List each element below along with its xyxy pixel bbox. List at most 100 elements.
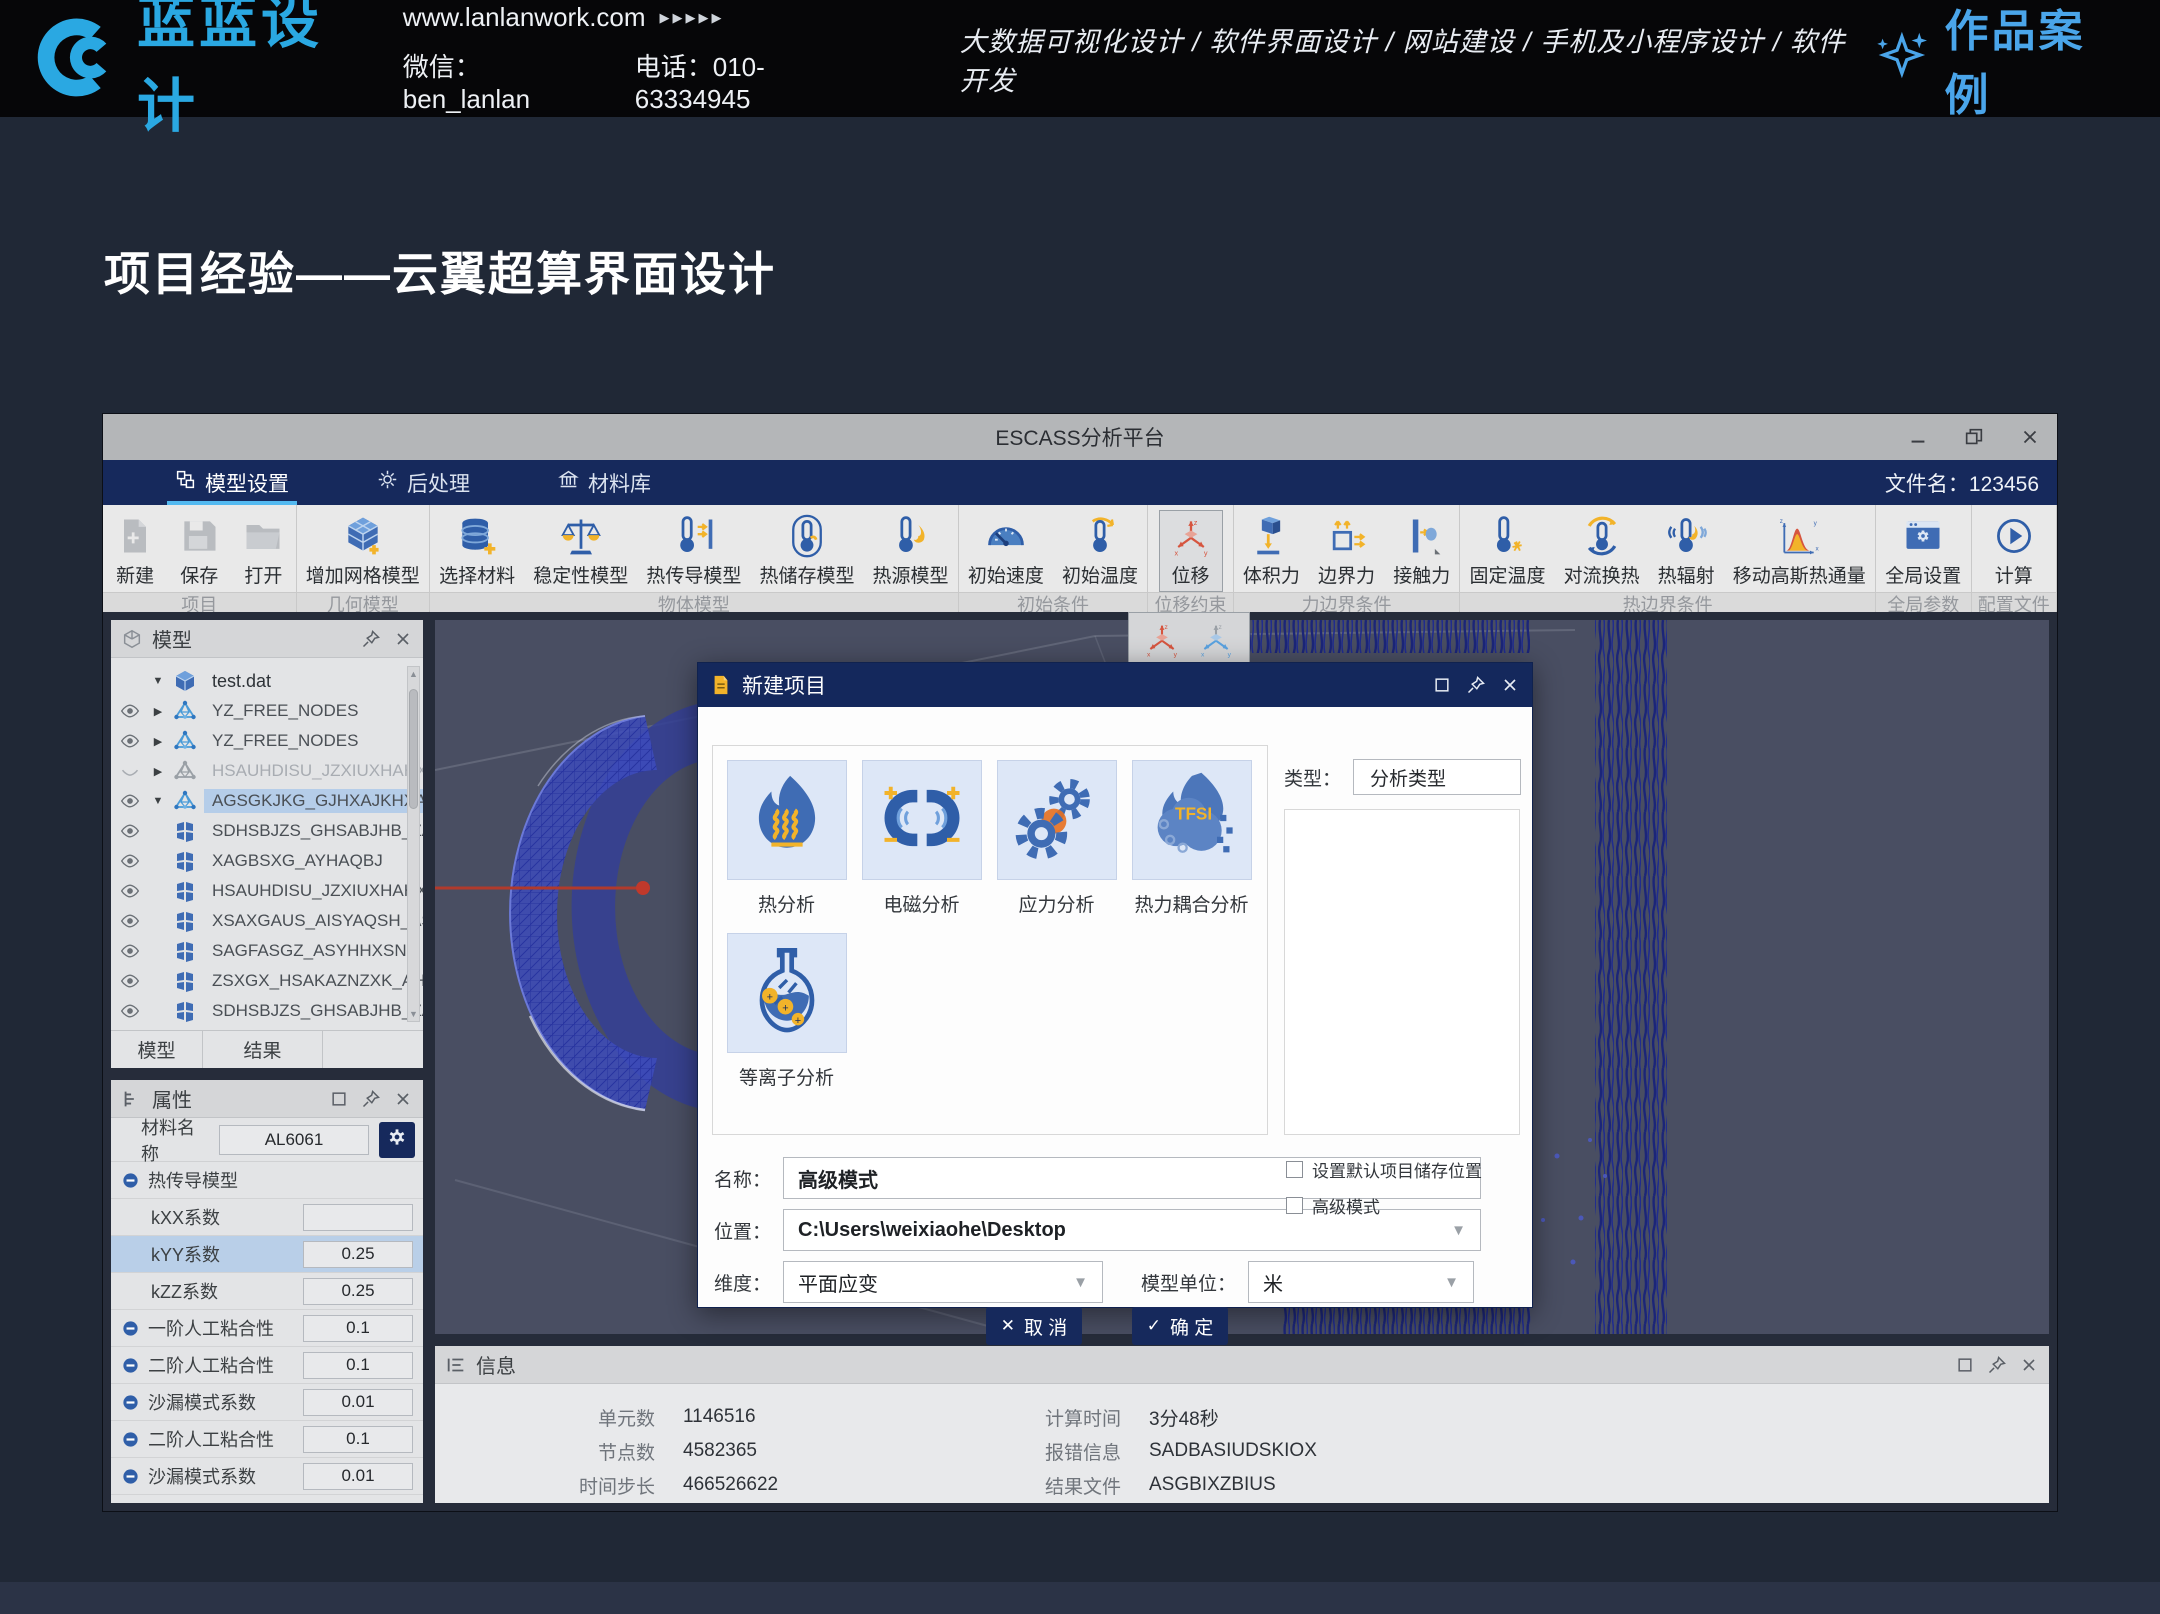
analysis-card-等离子分析[interactable]: +++等离子分析 [719,933,854,1090]
card-tfsi-icon[interactable]: TFSI [1132,760,1252,880]
caret-down-icon[interactable]: ▼ [150,795,166,807]
property-row-kZZ系数[interactable]: kZZ系数0.25 [111,1273,423,1310]
tree-item[interactable]: XSAXGAUS_AISYAQSH_ASHX [119,906,403,936]
toolbar-button-选择材料[interactable]: 选择材料 [430,510,524,592]
popout-icon[interactable] [329,1089,349,1109]
toolbar-button-接触力[interactable]: 接触力 [1384,510,1459,592]
tree-item[interactable]: SDHSBJZS_GHSABJHB_ZAHU [119,816,403,846]
popout-icon[interactable] [1432,675,1452,695]
pin-icon[interactable] [361,629,381,649]
tree-item[interactable]: ▶YZ_FREE_NODES [119,726,403,756]
caret-down-icon[interactable]: ▼ [150,675,166,687]
property-row-二阶人工粘合性[interactable]: 二阶人工粘合性0.1 [111,1421,423,1458]
eye-closed-icon[interactable] [119,761,143,781]
close-icon[interactable] [393,1089,413,1109]
tree-item[interactable]: HSAUHDISU_JZXIUXHAHX [119,876,403,906]
tree-item[interactable]: ZSXGX_HSAKAZNZXK_AHASX [119,966,403,996]
toolbar-button-保存[interactable]: 保存 [167,510,231,592]
unit-select[interactable]: 米 ▼ [1248,1261,1474,1303]
scroll-up-icon[interactable]: ▲ [408,669,419,679]
toolbar-button-位移[interactable]: zxy位移 [1159,510,1223,592]
scroll-down-icon[interactable]: ▼ [408,1009,419,1019]
axis-blue-icon[interactable]: zxy [1196,619,1236,659]
property-input[interactable]: 0.25 [303,1278,413,1305]
window-titlebar[interactable]: ESCASS分析平台 [103,414,2057,460]
caret-right-icon[interactable]: ▶ [150,735,166,748]
caret-right-icon[interactable]: ▶ [150,705,166,718]
restore-icon[interactable] [1961,424,1987,450]
property-input[interactable]: 0.01 [303,1389,413,1416]
property-row-一阶人工粘合性[interactable]: 一阶人工粘合性0.1 [111,1310,423,1347]
type-input[interactable]: 分析类型 [1353,759,1521,795]
eye-icon[interactable] [119,821,143,841]
card-flask-icon[interactable]: +++ [727,933,847,1053]
tree-item[interactable]: ▶HSAUHDISU_JZXIUXHAHX [119,756,403,786]
popout-icon[interactable] [1955,1355,1975,1375]
tab-材料库[interactable]: 材料库 [542,460,667,505]
analysis-card-热力耦合分析[interactable]: TFSI热力耦合分析 [1124,760,1259,917]
cancel-button[interactable]: ✕ 取 消 [986,1307,1082,1345]
panel-tab-结果[interactable]: 结果 [203,1031,323,1068]
tree-item[interactable]: ▶YZ_FREE_NODES [119,696,403,726]
property-input[interactable]: 0.1 [303,1315,413,1342]
card-magnet-icon[interactable] [862,760,982,880]
advanced-mode-checkbox[interactable]: 高级模式 [1286,1193,1380,1218]
material-name-input[interactable]: AL6061 [219,1125,369,1155]
property-row-沙漏模式系数[interactable]: 沙漏模式系数0.01 [111,1458,423,1495]
analysis-card-应力分析[interactable]: 应力分析 [989,760,1124,917]
ok-button[interactable]: ✓ 确 定 [1132,1307,1228,1345]
toolbar-button-增加网格模型[interactable]: 增加网格模型 [297,510,429,592]
toolbar-button-新建[interactable]: 新建 [103,510,167,592]
scrollbar-thumb[interactable] [409,689,418,809]
property-row-沙漏模式系数[interactable]: 沙漏模式系数0.01 [111,1384,423,1421]
eye-icon[interactable] [119,851,143,871]
pin-icon[interactable] [361,1089,381,1109]
analysis-card-热分析[interactable]: 热分析 [719,760,854,917]
close-icon[interactable] [2019,1355,2039,1375]
dimension-select[interactable]: 平面应变 ▼ [783,1261,1103,1303]
toolbar-button-热源模型[interactable]: 热源模型 [864,510,958,592]
eye-icon[interactable] [119,701,143,721]
toolbar-button-热辐射[interactable]: 热辐射 [1649,510,1724,592]
toolbar-button-边界力[interactable]: 边界力 [1309,510,1384,592]
eye-icon[interactable] [119,881,143,901]
dialog-titlebar[interactable]: 新建项目 [698,663,1532,707]
eye-icon[interactable] [119,1001,143,1021]
toolbar-button-稳定性模型[interactable]: 稳定性模型 [524,510,637,592]
minus-circle-icon[interactable] [121,1430,140,1449]
analysis-card-电磁分析[interactable]: 电磁分析 [854,760,989,917]
pin-icon[interactable] [1466,675,1486,695]
card-gears-icon[interactable] [997,760,1117,880]
toolbar-button-热储存模型[interactable]: 热储存模型 [750,510,863,592]
material-settings-button[interactable] [379,1122,415,1158]
toolbar-button-移动高斯热通量[interactable]: zyx移动高斯热通量 [1724,510,1875,592]
close-icon[interactable] [393,629,413,649]
eye-icon[interactable] [119,731,143,751]
type-list-box[interactable] [1284,809,1520,1135]
tree-root-item[interactable]: ▼test.dat [119,666,403,696]
caret-right-icon[interactable]: ▶ [150,765,166,778]
tree-item[interactable]: ▼AGSGKJKG_GJHXAJKHXA [119,786,403,816]
property-row-kXX系数[interactable]: kXX系数 [111,1199,423,1236]
property-input[interactable]: 0.1 [303,1426,413,1453]
property-input[interactable]: 0.01 [303,1463,413,1490]
property-input[interactable]: 0.25 [303,1241,413,1268]
tree-item[interactable]: SAGFASGZ_ASYHHXSN [119,936,403,966]
toolbar-button-热传导模型[interactable]: 热传导模型 [637,510,750,592]
minus-circle-icon[interactable] [121,1319,140,1338]
tab-后处理[interactable]: 后处理 [361,460,486,505]
minus-circle-icon[interactable] [121,1356,140,1375]
property-row-二阶人工粘合性[interactable]: 二阶人工粘合性0.1 [111,1347,423,1384]
close-icon[interactable] [1500,675,1520,695]
property-row-热传导模型[interactable]: 热传导模型 [111,1162,423,1199]
property-row-kYY系数[interactable]: kYY系数0.25 [111,1236,423,1273]
property-input[interactable] [303,1204,413,1231]
eye-icon[interactable] [119,941,143,961]
toolbar-button-对流换热[interactable]: 对流换热 [1555,510,1649,592]
eye-icon[interactable] [119,791,143,811]
toolbar-button-初始速度[interactable]: 初始速度 [959,510,1053,592]
toolbar-button-固定温度[interactable]: 固定温度 [1460,510,1554,592]
toolbar-button-打开[interactable]: 打开 [231,510,295,592]
card-flame-icon[interactable] [727,760,847,880]
tree-item[interactable]: XAGBSXG_AYHAQBJ [119,846,403,876]
